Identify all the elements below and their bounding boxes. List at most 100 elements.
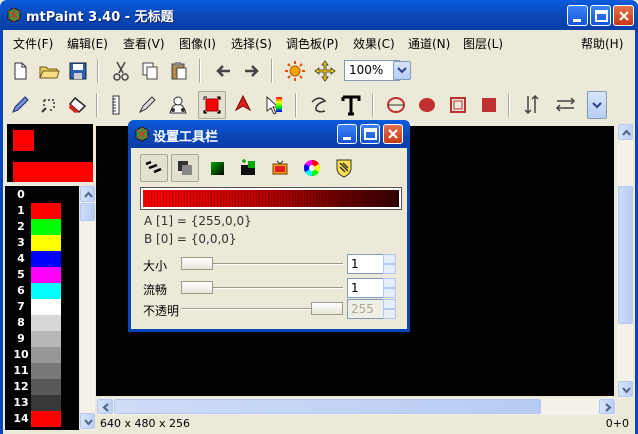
canvas-vertical-scrollbar[interactable]	[616, 124, 633, 398]
close-button[interactable]	[383, 124, 403, 144]
palette-color[interactable]	[31, 347, 61, 363]
palette-row[interactable]: 12	[5, 379, 81, 395]
menu-image[interactable]: 图像(I)	[179, 35, 216, 52]
open-folder-icon[interactable]	[36, 58, 62, 84]
palette-row[interactable]: 14	[5, 411, 81, 427]
scroll-right-button[interactable]	[599, 399, 615, 414]
scroll-thumb[interactable]	[80, 203, 95, 221]
palette-row[interactable]: 5	[5, 267, 81, 283]
brush-mode-icon[interactable]	[267, 155, 293, 181]
palette-row[interactable]: 7	[5, 299, 81, 315]
flow-spinbox[interactable]: 1	[347, 278, 385, 298]
scroll-thumb[interactable]	[618, 186, 633, 324]
spin-up-icon[interactable]	[383, 299, 396, 309]
text-icon[interactable]	[338, 92, 364, 118]
menu-palette[interactable]: 调色板(P)	[286, 35, 339, 52]
scroll-up-button[interactable]	[618, 124, 633, 140]
minimize-button[interactable]	[567, 5, 588, 26]
zoom-dropdown-button[interactable]	[393, 61, 411, 80]
menu-view[interactable]: 查看(V)	[123, 35, 165, 52]
palette-scrollbar[interactable]	[79, 186, 95, 430]
line-ruler-icon[interactable]	[103, 92, 129, 118]
palette-row[interactable]: 11	[5, 363, 81, 379]
paste-icon[interactable]	[166, 58, 192, 84]
menu-select[interactable]: 选择(S)	[231, 35, 272, 52]
opacity-spin-arrows[interactable]	[383, 299, 396, 319]
scroll-down-button[interactable]	[80, 413, 95, 429]
opacity-slider-thumb[interactable]	[311, 302, 343, 315]
select-rect-icon[interactable]	[198, 91, 226, 119]
color-wheel-icon[interactable]	[299, 155, 325, 181]
scroll-thumb[interactable]	[114, 399, 541, 414]
palette-color[interactable]	[31, 235, 61, 251]
palette-row[interactable]: 6	[5, 283, 81, 299]
menu-file[interactable]: 文件(F)	[13, 35, 53, 52]
palette-color[interactable]	[31, 379, 61, 395]
palette-row[interactable]: 10	[5, 347, 81, 363]
canvas-horizontal-scrollbar[interactable]	[96, 398, 616, 415]
curve-icon[interactable]	[306, 92, 332, 118]
spin-up-icon[interactable]	[383, 278, 396, 288]
palette-row[interactable]: 2	[5, 219, 81, 235]
select-lasso-icon[interactable]	[230, 92, 256, 118]
pencil-icon[interactable]	[7, 92, 33, 118]
close-button[interactable]	[613, 5, 634, 26]
spin-down-icon[interactable]	[383, 264, 396, 274]
palette-row[interactable]: 9	[5, 331, 81, 347]
palette-color[interactable]	[31, 299, 61, 315]
palette-color[interactable]	[31, 283, 61, 299]
zoom-input[interactable]: 100%	[344, 60, 400, 81]
palette-row[interactable]: 0	[5, 187, 81, 203]
palette-color[interactable]	[31, 251, 61, 267]
shield-pattern-icon[interactable]	[331, 155, 357, 181]
save-disk-icon[interactable]	[65, 58, 91, 84]
size-slider-thumb[interactable]	[181, 257, 213, 270]
opacity-spinbox[interactable]: 255	[347, 299, 385, 319]
dialog-title-bar[interactable]: 设置工具栏	[128, 120, 410, 148]
toolbar-overflow-button[interactable]	[587, 91, 607, 119]
spin-down-icon[interactable]	[383, 309, 396, 319]
menu-edit[interactable]: 编辑(E)	[67, 35, 108, 52]
menu-layers[interactable]: 图层(L)	[463, 35, 503, 52]
palette-row[interactable]: 1	[5, 203, 81, 219]
size-spin-arrows[interactable]	[383, 254, 396, 274]
gradient-mode-icon[interactable]	[204, 155, 230, 181]
undo-arrow-icon[interactable]	[210, 58, 236, 84]
clone-icon[interactable]	[165, 92, 191, 118]
copy-icon[interactable]	[137, 58, 163, 84]
palette-color[interactable]	[31, 203, 61, 219]
palette-row[interactable]: 3	[5, 235, 81, 251]
palette-color[interactable]	[31, 315, 61, 331]
maximize-button[interactable]	[590, 5, 611, 26]
ellipse-outline-icon[interactable]	[383, 92, 409, 118]
move-crosshair-icon[interactable]	[312, 58, 338, 84]
flip-vertical-icon[interactable]	[519, 92, 545, 118]
smudge-icon[interactable]	[134, 92, 160, 118]
flood-fill-icon[interactable]	[65, 92, 91, 118]
ellipse-fill-icon[interactable]	[414, 92, 440, 118]
gradient-preview-bar[interactable]	[140, 187, 402, 210]
polygon-icon[interactable]	[261, 92, 287, 118]
maximize-button[interactable]	[360, 124, 380, 144]
minimize-button[interactable]	[337, 124, 357, 144]
palette-color[interactable]	[31, 331, 61, 347]
size-spinbox[interactable]: 1	[347, 254, 385, 274]
palette-row[interactable]: 13	[5, 395, 81, 411]
redo-arrow-icon[interactable]	[239, 58, 265, 84]
rect-outline-icon[interactable]	[445, 92, 471, 118]
spin-down-icon[interactable]	[383, 288, 396, 298]
primary-color-swatch[interactable]	[13, 130, 34, 151]
palette-color[interactable]	[31, 363, 61, 379]
palette-row[interactable]: 4	[5, 251, 81, 267]
menu-effects[interactable]: 效果(C)	[353, 35, 395, 52]
palette-color[interactable]	[31, 395, 61, 411]
flip-horizontal-icon[interactable]	[553, 92, 579, 118]
pan-sun-icon[interactable]	[282, 58, 308, 84]
palette-color[interactable]	[31, 219, 61, 235]
menu-channels[interactable]: 通道(N)	[408, 35, 450, 52]
palette-color[interactable]	[31, 187, 61, 203]
scroll-down-button[interactable]	[618, 381, 633, 397]
spin-up-icon[interactable]	[383, 254, 396, 264]
color-swatch-panel[interactable]	[7, 124, 93, 182]
palette-color[interactable]	[31, 267, 61, 283]
